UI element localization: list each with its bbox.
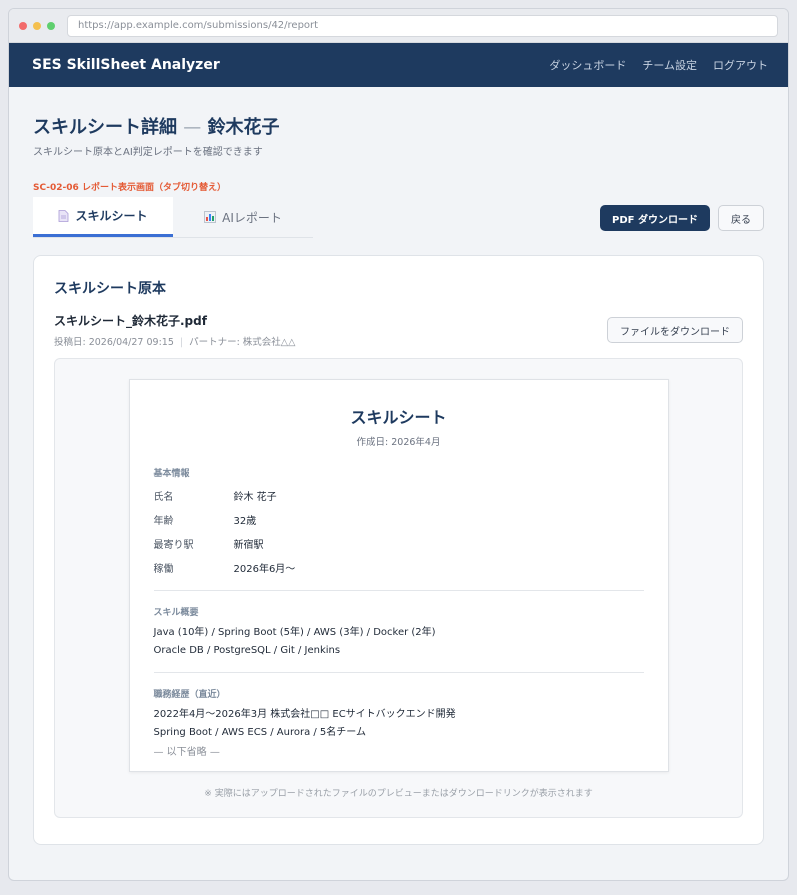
page-subtitle: スキルシート原本とAI判定レポートを確認できます <box>33 147 263 158</box>
screen-id-label: SC-02-06 レポート表示画面（タブ切り替え） <box>33 183 226 193</box>
basic-row: 氏名 鈴木 花子 <box>154 488 644 503</box>
browser-chrome: https://app.example.com/submissions/42/r… <box>9 9 788 43</box>
address-bar[interactable]: https://app.example.com/submissions/42/r… <box>67 14 778 37</box>
preview-note: ※ 実際にはアップロードされたファイルのプレビューまたはダウンロードリンクが表示… <box>204 789 593 799</box>
bar-chart-icon <box>204 211 216 223</box>
top-nav: ダッシュボード チーム設定 ログアウト <box>549 57 768 73</box>
section-divider <box>153 590 644 591</box>
maximize-dot-icon[interactable] <box>47 21 55 30</box>
skillsheet-card: スキルシート原本 スキルシート_鈴木花子.pdf 投稿日: 2026/04/27… <box>33 255 764 845</box>
file-name: スキルシート_鈴木花子.pdf <box>54 314 207 328</box>
basic-value: 新宿駅 <box>233 540 264 551</box>
page-title: スキルシート詳細 — 鈴木花子 <box>33 113 764 139</box>
browser-window: https://app.example.com/submissions/42/r… <box>8 8 789 881</box>
tab-skillsheet[interactable]: スキルシート <box>33 197 173 237</box>
basic-value: 32歳 <box>233 516 257 527</box>
file-meta: 投稿日: 2026/04/27 09:15 | パートナー: 株式会社△△ <box>54 334 295 348</box>
card-title: スキルシート原本 <box>54 281 166 297</box>
basic-key: 稼働 <box>153 564 174 575</box>
section-basic-label: 基本情報 <box>153 469 190 479</box>
document-icon <box>59 209 69 222</box>
basic-value: 2026年6月〜 <box>233 564 296 575</box>
history-line: 2022年4月〜2026年3月 株式会社□□ ECサイトバックエンド開発 <box>153 709 456 720</box>
basic-row: 最寄り駅 新宿駅 <box>154 536 644 551</box>
close-dot-icon[interactable] <box>19 21 27 30</box>
candidate-name: 鈴木花子 <box>207 117 280 138</box>
section-history-label: 職務経歴（直近） <box>153 690 226 700</box>
sheet-date: 作成日: 2026年4月 <box>356 437 441 448</box>
file-info: スキルシート_鈴木花子.pdf 投稿日: 2026/04/27 09:15 | パー… <box>54 312 295 348</box>
tab-ai-report-label: AIレポート <box>222 210 282 225</box>
basic-key: 氏名 <box>153 492 174 503</box>
section-skills-label: スキル概要 <box>153 608 199 618</box>
window-controls <box>19 21 55 30</box>
basic-key: 最寄り駅 <box>153 540 194 551</box>
basic-key: 年齢 <box>153 516 174 527</box>
header-actions: PDF ダウンロード 戻る <box>600 205 764 238</box>
nav-dashboard[interactable]: ダッシュボード <box>549 57 626 73</box>
omitted-note: — 以下省略 — <box>153 747 220 758</box>
top-navbar: SES SkillSheet Analyzer ダッシュボード チーム設定 ログ… <box>9 43 788 87</box>
history-line: Spring Boot / AWS ECS / Aurora / 5名チーム <box>153 727 367 738</box>
tab-ai-report[interactable]: AIレポート <box>173 197 313 237</box>
title-separator: — <box>183 117 202 138</box>
file-preview: スキルシート 作成日: 2026年4月 基本情報 氏名 鈴木 花子 年齢 32歳 最… <box>54 358 743 818</box>
skillsheet-document: スキルシート 作成日: 2026年4月 基本情報 氏名 鈴木 花子 年齢 32歳 最… <box>128 379 669 772</box>
file-info-row: スキルシート_鈴木花子.pdf 投稿日: 2026/04/27 09:15 | パー… <box>54 312 743 348</box>
main-content: スキルシート詳細 — 鈴木花子 スキルシート原本とAI判定レポートを確認できます… <box>9 87 788 845</box>
page-title-text: スキルシート詳細 <box>33 117 177 138</box>
skill-line: Oracle DB / PostgreSQL / Git / Jenkins <box>153 645 341 656</box>
section-divider <box>153 672 644 673</box>
basic-value: 鈴木 花子 <box>233 492 277 503</box>
meta-divider: | <box>179 337 184 348</box>
tab-bar: スキルシート AIレポート <box>33 197 313 238</box>
brand-logo[interactable]: SES SkillSheet Analyzer <box>32 57 220 73</box>
tab-row: スキルシート AIレポート PDF ダウンロード 戻る <box>33 197 764 238</box>
skill-line: Java (10年) / Spring Boot (5年) / AWS (3年)… <box>153 627 436 638</box>
nav-logout[interactable]: ログアウト <box>713 57 768 73</box>
nav-team-settings[interactable]: チーム設定 <box>642 57 697 73</box>
file-download-button[interactable]: ファイルをダウンロード <box>607 317 743 343</box>
back-button[interactable]: 戻る <box>718 205 764 231</box>
partner-name: パートナー: 株式会社△△ <box>189 337 296 348</box>
basic-row: 稼働 2026年6月〜 <box>154 560 644 575</box>
pdf-download-button[interactable]: PDF ダウンロード <box>600 205 710 231</box>
posted-date: 投稿日: 2026/04/27 09:15 <box>54 337 174 348</box>
basic-row: 年齢 32歳 <box>154 512 644 527</box>
tab-skillsheet-label: スキルシート <box>75 209 148 223</box>
minimize-dot-icon[interactable] <box>33 21 41 30</box>
sheet-title: スキルシート <box>350 408 447 427</box>
